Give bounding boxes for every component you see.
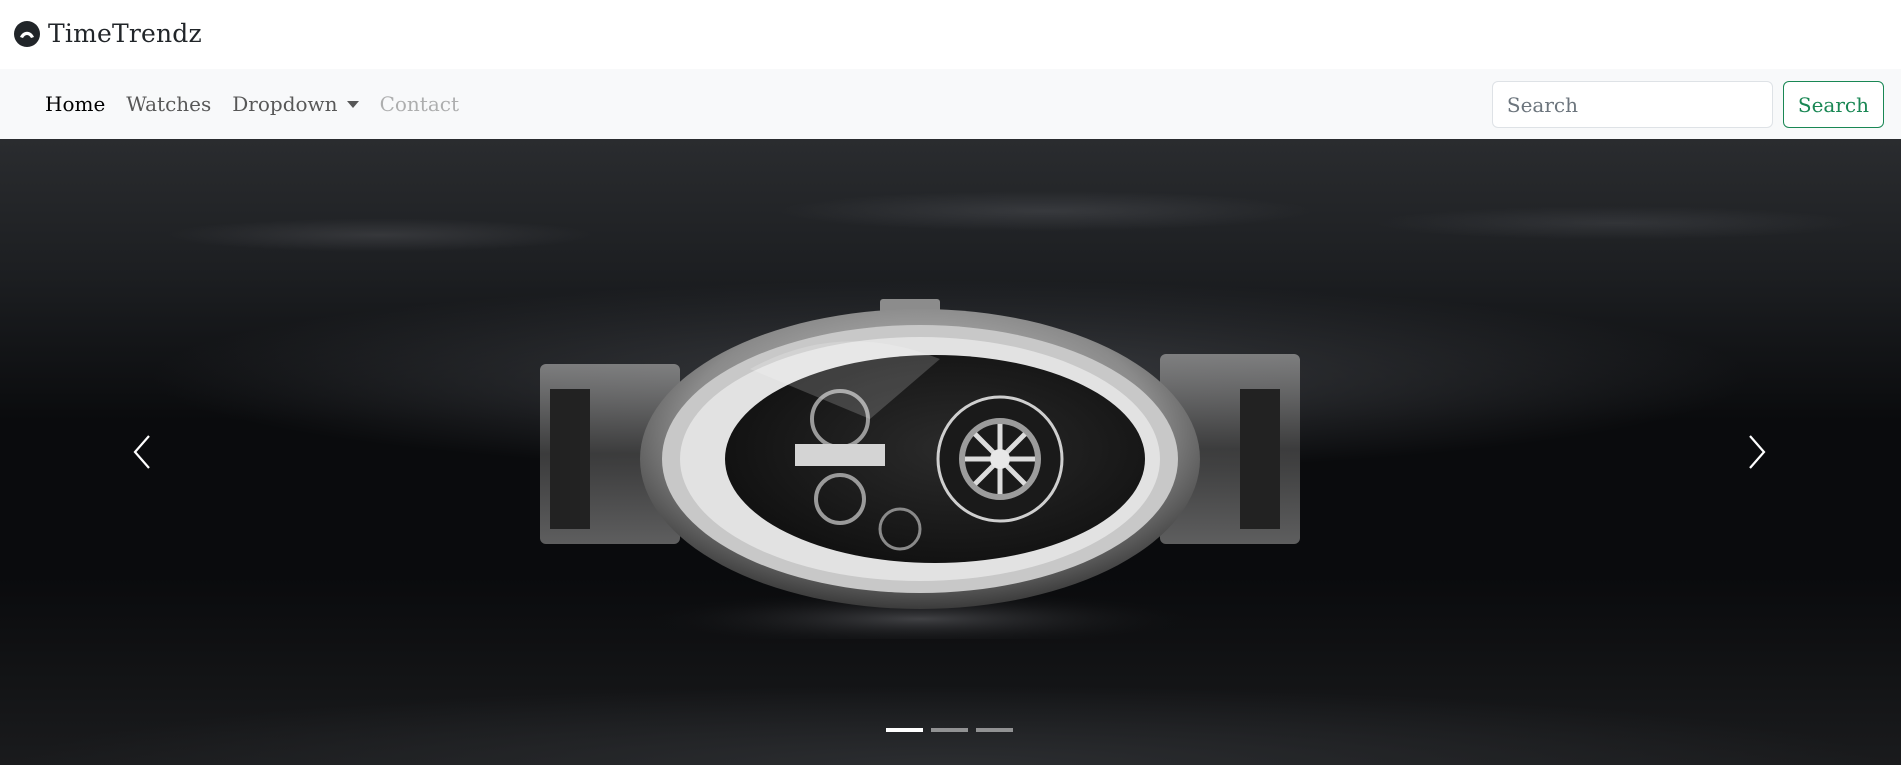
carousel-indicators (886, 728, 1013, 732)
brand-logo-icon (14, 20, 40, 47)
chevron-right-icon (1749, 435, 1766, 469)
carousel-next-button[interactable] (1727, 422, 1787, 482)
skeleton-watch-photo (540, 299, 1300, 639)
carousel-indicator-2[interactable] (931, 728, 968, 732)
brand-header: TimeTrendz (0, 0, 1901, 69)
main-navbar: Home Watches Dropdown Contact Search (0, 69, 1901, 139)
search-form: Search (1491, 81, 1884, 128)
brand-name: TimeTrendz (48, 19, 202, 48)
brand-link[interactable]: TimeTrendz (14, 19, 202, 48)
carousel-indicator-3[interactable] (976, 728, 1013, 732)
nav-dropdown-label: Dropdown (232, 92, 338, 116)
hero-carousel (0, 139, 1901, 765)
carousel-indicator-1[interactable] (886, 728, 923, 732)
nav-dropdown[interactable]: Dropdown (232, 92, 359, 116)
search-button[interactable]: Search (1782, 81, 1884, 128)
nav-home[interactable]: Home (45, 92, 105, 116)
nav-links: Home Watches Dropdown Contact (45, 69, 459, 139)
caret-down-icon (346, 100, 359, 108)
chevron-left-icon (133, 435, 150, 469)
nav-contact: Contact (379, 92, 459, 116)
carousel-prev-button[interactable] (112, 422, 172, 482)
search-input[interactable] (1491, 81, 1773, 128)
nav-watches[interactable]: Watches (126, 92, 211, 116)
